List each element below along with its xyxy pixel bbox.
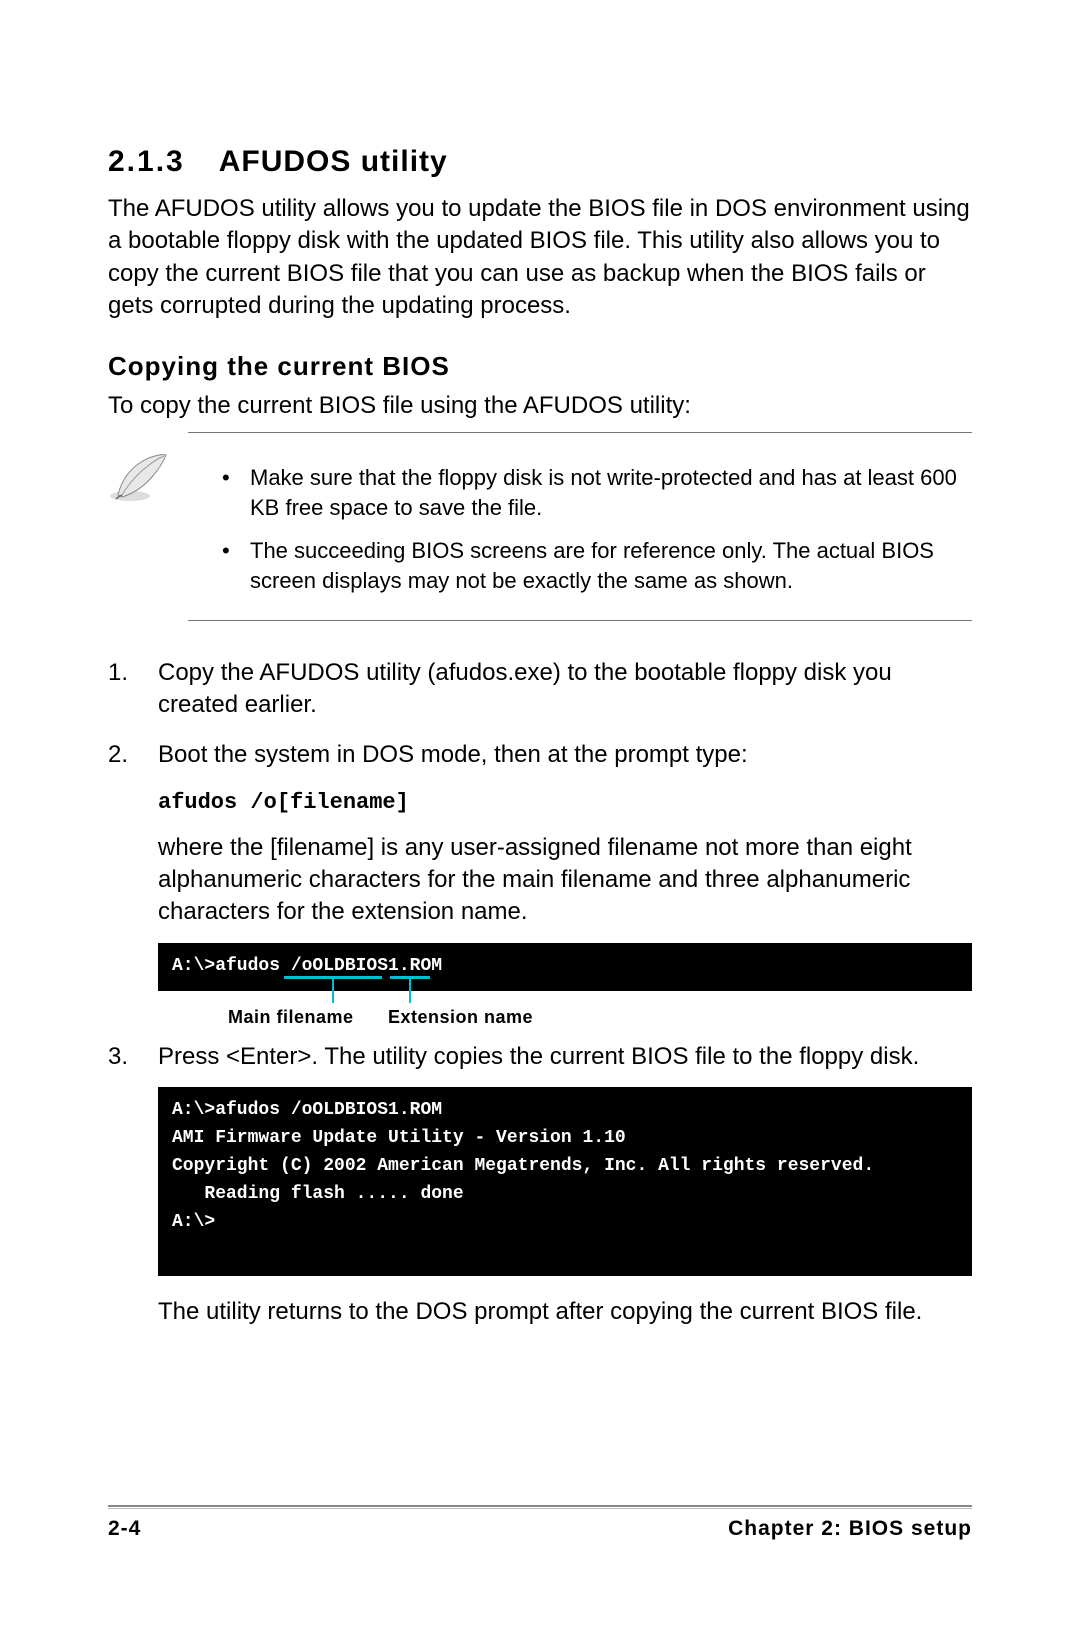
subsection-heading: Copying the current BIOS [108, 351, 972, 382]
annotation-main-filename: Main filename [228, 1005, 354, 1029]
page-footer: 2-4 Chapter 2: BIOS setup [108, 1505, 972, 1541]
note-item: Make sure that the floppy disk is not wr… [222, 463, 972, 522]
note-block: Make sure that the floppy disk is not wr… [108, 445, 972, 620]
tick-main [332, 979, 334, 1003]
steps-list: Copy the AFUDOS utility (afudos.exe) to … [108, 657, 972, 1277]
page-number: 2-4 [108, 1517, 141, 1541]
feather-icon [108, 451, 172, 503]
section-heading: 2.1.3 AFUDOS utility [108, 145, 972, 179]
outro-paragraph: The utility returns to the DOS prompt af… [108, 1296, 972, 1328]
terminal-output: A:\>afudos /oOLDBIOS1.ROM [158, 943, 972, 991]
step-text: Boot the system in DOS mode, then at the… [158, 741, 748, 768]
section-title: AFUDOS utility [219, 145, 448, 178]
note-divider-top [188, 432, 972, 433]
page-content: 2.1.3 AFUDOS utility The AFUDOS utility a… [0, 0, 1080, 1329]
note-list: Make sure that the floppy disk is not wr… [188, 445, 972, 620]
command-text: afudos /o[filename] [158, 788, 972, 818]
terminal-output: A:\>afudos /oOLDBIOS1.ROM AMI Firmware U… [158, 1087, 972, 1276]
step-item: Press <Enter>. The utility copies the cu… [108, 1041, 972, 1277]
section-number: 2.1.3 [108, 145, 185, 179]
subsection-intro: To copy the current BIOS file using the … [108, 390, 972, 422]
step-text: Copy the AFUDOS utility (afudos.exe) to … [158, 659, 892, 718]
step-text: Press <Enter>. The utility copies the cu… [158, 1043, 919, 1070]
note-item: The succeeding BIOS screens are for refe… [222, 536, 972, 595]
intro-paragraph: The AFUDOS utility allows you to update … [108, 193, 972, 323]
chapter-label: Chapter 2: BIOS setup [728, 1517, 972, 1541]
footer-rule [108, 1505, 972, 1509]
terminal-annotated: A:\>afudos /oOLDBIOS1.ROM Main filename … [158, 943, 972, 991]
annotation-extension-name: Extension name [388, 1005, 533, 1029]
step-explain: where the [filename] is any user-assigne… [158, 832, 972, 929]
tick-ext [409, 979, 411, 1003]
step-item: Copy the AFUDOS utility (afudos.exe) to … [108, 657, 972, 722]
step-item: Boot the system in DOS mode, then at the… [108, 739, 972, 990]
note-divider-bottom [188, 620, 972, 621]
